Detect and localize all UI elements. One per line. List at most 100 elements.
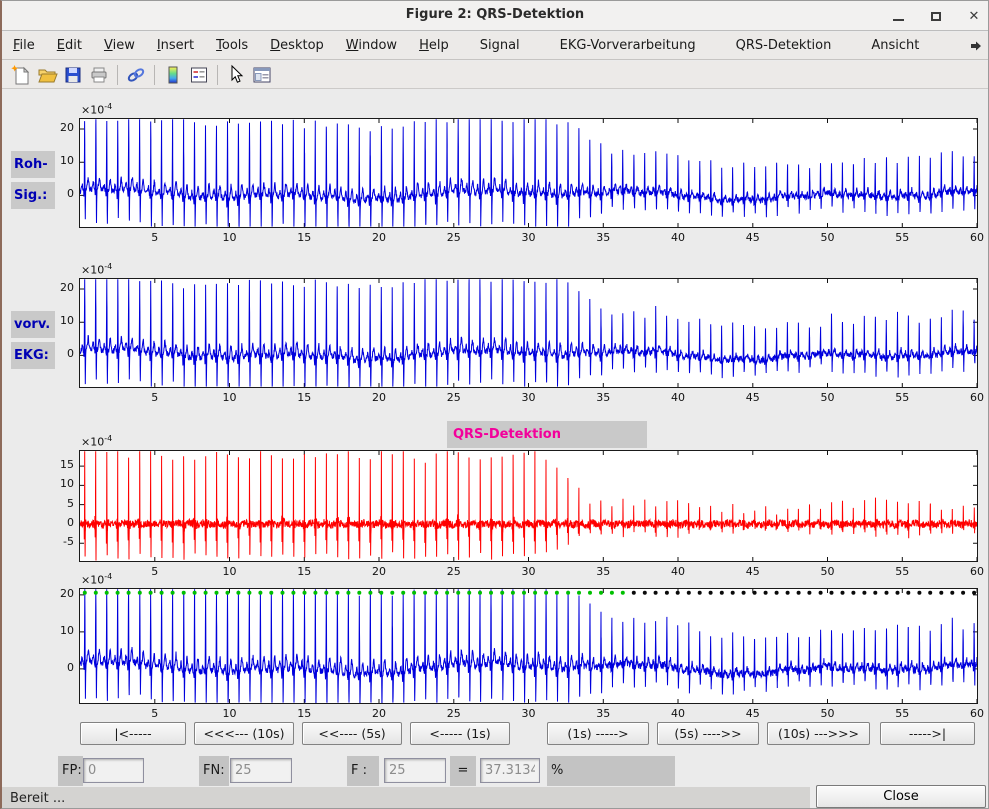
menu-item-file[interactable]: File — [2, 34, 46, 57]
nav-button-3[interactable]: <----- (1s) — [410, 722, 510, 745]
x-tick-label: 60 — [962, 391, 989, 404]
x-tick-label: 30 — [514, 231, 544, 244]
f-input[interactable] — [384, 758, 446, 783]
menu-item-ekg-vorverarbeitung[interactable]: EKG-Vorverarbeitung — [540, 34, 716, 57]
x-tick-label: 20 — [364, 231, 394, 244]
missed-beat-marker — [819, 591, 823, 595]
detected-beat-marker — [94, 591, 98, 595]
close-button[interactable]: Close — [816, 785, 986, 808]
x-tick-label: 15 — [289, 565, 319, 578]
plot-axes-vorv_ekg[interactable] — [79, 278, 978, 388]
maximize-button[interactable] — [928, 8, 944, 24]
minimize-button[interactable] — [890, 8, 906, 24]
x-tick-label: 15 — [289, 231, 319, 244]
y-tick-label: 15 — [38, 458, 74, 471]
save-icon[interactable] — [60, 63, 86, 87]
menu-item-signal[interactable]: Signal — [460, 34, 540, 57]
menu-item-tools[interactable]: Tools — [205, 34, 259, 57]
missed-beat-marker — [753, 591, 757, 595]
menu-item-edit[interactable]: Edit — [46, 34, 93, 57]
x-tick-label: 20 — [364, 391, 394, 404]
detected-beat-marker — [204, 591, 208, 595]
missed-beat-marker — [665, 591, 669, 595]
detected-beat-marker — [511, 591, 515, 595]
y-tick-label: 10 — [38, 477, 74, 490]
detected-beat-marker — [412, 591, 416, 595]
plot-side-label-roh: Roh- — [11, 151, 55, 178]
property-editor-icon[interactable] — [249, 63, 275, 87]
missed-beat-marker — [862, 591, 866, 595]
menu-item-help[interactable]: Help — [408, 34, 460, 57]
plot-axes-detektion_ergebnis[interactable] — [79, 588, 978, 704]
nav-button-0[interactable]: |<----- — [80, 722, 186, 745]
result-input[interactable] — [480, 758, 540, 783]
nav-button-6[interactable]: (10s) --->>> — [767, 722, 870, 745]
titlebar[interactable]: Figure 2: QRS-Detektion ✕ — [2, 1, 988, 31]
x-tick-label: 50 — [813, 391, 843, 404]
open-folder-icon[interactable] — [34, 63, 60, 87]
x-tick-label: 40 — [663, 231, 693, 244]
x-tick-label: 25 — [439, 707, 469, 720]
detected-beat-marker — [357, 591, 361, 595]
detected-beat-marker — [390, 591, 394, 595]
x-tick-label: 60 — [962, 707, 989, 720]
edit-plot-pointer-icon[interactable] — [223, 63, 249, 87]
missed-beat-marker — [972, 591, 976, 595]
x-tick-label: 10 — [215, 565, 245, 578]
detected-beat-marker — [379, 591, 383, 595]
nav-button-2[interactable]: <<---- (5s) — [302, 722, 402, 745]
missed-beat-marker — [896, 591, 900, 595]
toolbar-separator — [154, 65, 155, 85]
menu-item-window[interactable]: Window — [335, 34, 408, 57]
x-tick-label: 25 — [439, 231, 469, 244]
close-window-button[interactable]: ✕ — [966, 8, 982, 24]
detected-beat-marker — [138, 591, 142, 595]
missed-beat-marker — [731, 591, 735, 595]
nav-button-5[interactable]: (5s) ---->> — [657, 722, 759, 745]
detected-beat-marker — [236, 591, 240, 595]
x-tick-label: 50 — [813, 231, 843, 244]
detected-beat-marker — [467, 591, 471, 595]
detected-beat-marker — [116, 591, 120, 595]
x-tick-label: 40 — [663, 707, 693, 720]
menu-item-qrs-detektion[interactable]: QRS-Detektion — [716, 34, 852, 57]
plot-axes-roh_sig[interactable] — [79, 118, 978, 228]
nav-button-1[interactable]: <<<--- (10s) — [194, 722, 294, 745]
missed-beat-marker — [687, 591, 691, 595]
detected-beat-marker — [281, 591, 285, 595]
nav-button-7[interactable]: ----->| — [880, 722, 975, 745]
nav-button-4[interactable]: (1s) -----> — [547, 722, 649, 745]
menu-item-view[interactable]: View — [93, 34, 146, 57]
detected-beat-marker — [588, 591, 592, 595]
fn-input[interactable] — [230, 758, 292, 783]
menu-item-desktop[interactable]: Desktop — [259, 34, 335, 57]
plot-axes-qrs_detektion[interactable] — [79, 450, 978, 562]
detected-beat-marker — [269, 591, 273, 595]
missed-beat-marker — [939, 591, 943, 595]
detected-beat-marker — [610, 591, 614, 595]
detected-beat-marker — [544, 591, 548, 595]
new-document-icon[interactable] — [8, 63, 34, 87]
fp-input[interactable] — [83, 758, 144, 783]
menu-item-insert[interactable]: Insert — [146, 34, 205, 57]
x-tick-label: 20 — [364, 707, 394, 720]
fn-label: FN: — [199, 756, 229, 786]
x-tick-label: 40 — [663, 565, 693, 578]
y-tick-label: 0 — [38, 516, 74, 529]
detected-beat-marker — [105, 591, 109, 595]
print-icon[interactable] — [86, 63, 112, 87]
detected-beat-marker — [171, 591, 175, 595]
insert-legend-icon[interactable] — [186, 63, 212, 87]
menu-overflow-icon[interactable] — [970, 40, 982, 52]
insert-colorbar-icon[interactable] — [160, 63, 186, 87]
detected-beat-marker — [445, 591, 449, 595]
y-tick-label: 20 — [38, 281, 74, 294]
x-tick-label: 55 — [887, 231, 917, 244]
x-tick-label: 40 — [663, 391, 693, 404]
x-tick-label: 15 — [289, 707, 319, 720]
detected-beat-marker — [346, 591, 350, 595]
x-tick-label: 10 — [215, 391, 245, 404]
x-tick-label: 30 — [514, 565, 544, 578]
link-plot-icon[interactable] — [123, 63, 149, 87]
menu-item-ansicht[interactable]: Ansicht — [851, 34, 939, 57]
